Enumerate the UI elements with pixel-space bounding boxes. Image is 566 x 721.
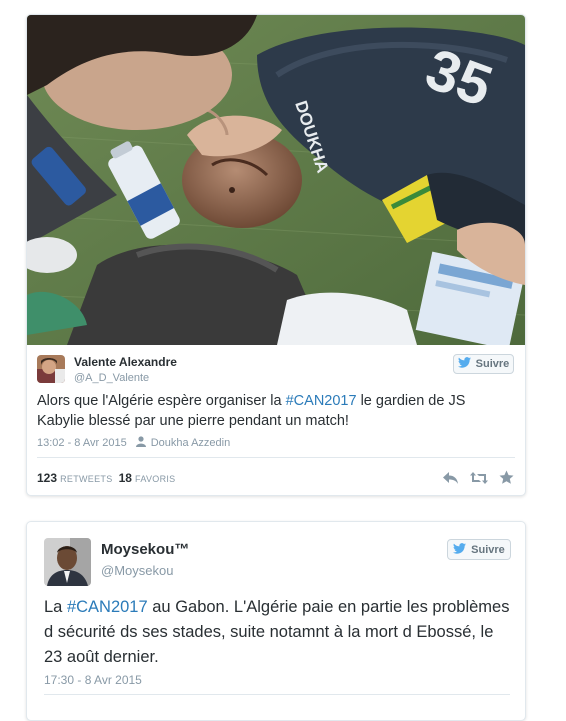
timestamp[interactable]: 13:02 - 8 Avr 2015 (37, 437, 127, 449)
retweet-icon[interactable] (469, 471, 489, 490)
tweet-meta: 17:30 - 8 Avr 2015 (44, 673, 142, 687)
tweet-photo[interactable]: 35 DOUKHA (27, 15, 525, 345)
divider (37, 457, 515, 458)
tweet-text: La #CAN2017 au Gabon. L'Algérie paie en … (44, 595, 514, 670)
favorite-label[interactable]: FAVORIS (135, 474, 175, 484)
photo-credit[interactable]: Doukha Azzedin (151, 437, 231, 449)
favorite-count[interactable]: 18 (119, 471, 132, 485)
twitter-bird-icon (453, 542, 467, 557)
avatar[interactable] (44, 538, 91, 586)
timestamp[interactable]: 17:30 - 8 Avr 2015 (44, 673, 142, 687)
divider (44, 694, 510, 695)
favorite-star-icon[interactable] (499, 470, 514, 490)
tweet-text-part: Alors que l'Algérie espère organiser la (37, 393, 286, 409)
tweet-text: Alors que l'Algérie espère organiser la … (37, 391, 515, 431)
person-icon (135, 436, 146, 450)
author-name[interactable]: Moysekou™ (101, 541, 189, 558)
author-handle[interactable]: @Moysekou (101, 563, 173, 578)
tweet-card: 35 DOUKHA Valente Alexandre @A_D_Valente… (26, 14, 526, 496)
hashtag-link[interactable]: #CAN2017 (286, 393, 357, 409)
retweet-label[interactable]: RETWEETS (60, 474, 112, 484)
tweet-meta: 13:02 - 8 Avr 2015 Doukha Azzedin (37, 436, 230, 450)
author-handle[interactable]: @A_D_Valente (74, 372, 149, 384)
tweet-text-part: La (44, 598, 67, 616)
reply-icon[interactable] (442, 471, 459, 490)
twitter-bird-icon (457, 357, 471, 371)
avatar[interactable] (37, 355, 65, 383)
follow-label: Suivre (471, 543, 505, 556)
hashtag-link[interactable]: #CAN2017 (67, 598, 148, 616)
author-name[interactable]: Valente Alexandre (74, 355, 177, 369)
tweet-stats: 123 RETWEETS 18 FAVORIS (37, 471, 176, 485)
follow-button[interactable]: Suivre (453, 354, 514, 374)
tweet-card: Moysekou™ @Moysekou Suivre La #CAN2017 a… (26, 521, 526, 721)
retweet-count[interactable]: 123 (37, 471, 57, 485)
follow-button[interactable]: Suivre (447, 539, 511, 560)
follow-label: Suivre (475, 358, 510, 370)
